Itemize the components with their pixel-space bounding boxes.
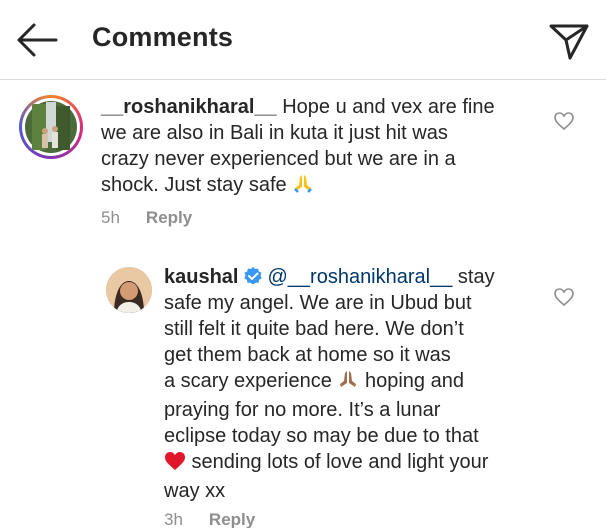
- comment-meta: 3h Reply: [164, 510, 255, 528]
- comment-body-line: shock. Just stay safe: [101, 174, 287, 196]
- like-comment-button[interactable]: [553, 287, 575, 307]
- comment-text: __roshanikharal__ Hope u and vex are fin…: [101, 94, 541, 201]
- comment-body-line: we are also in Bali in kuta it just hit …: [101, 122, 448, 144]
- avatar-photo-waterfall: [25, 101, 77, 153]
- back-arrow-icon: [17, 23, 58, 57]
- red-heart-emoji-icon: [164, 451, 186, 478]
- comment-body-line: stay: [452, 266, 495, 288]
- comment-time: 5h: [101, 208, 120, 227]
- reply-button[interactable]: Reply: [209, 510, 255, 528]
- comment-username[interactable]: __roshanikharal__: [101, 96, 277, 118]
- comment-body-line: crazy never experienced but we are in a: [101, 148, 456, 170]
- avatar-photo-portrait: [106, 267, 152, 313]
- avatar[interactable]: [106, 267, 152, 313]
- comment-text: kaushal @__roshanikharal__ stay safe my …: [164, 264, 544, 504]
- comment-body-line: Hope u and vex are fine: [276, 96, 495, 118]
- comment-item: __roshanikharal__ Hope u and vex are fin…: [0, 80, 606, 240]
- comment-body-line: hoping and: [359, 370, 464, 392]
- heart-outline-icon: [554, 288, 574, 307]
- comment-body-line: a scary experience: [164, 370, 338, 392]
- heart-outline-icon: [554, 112, 574, 131]
- comment-username[interactable]: kaushal: [164, 266, 238, 288]
- paper-plane-icon: [549, 24, 589, 60]
- mention-link[interactable]: @__roshanikharal__: [267, 266, 452, 288]
- comment-meta: 5h Reply: [101, 208, 192, 228]
- comments-header: Comments: [0, 0, 606, 80]
- verified-badge-icon: [243, 266, 263, 286]
- comment-body-line: eclipse today so may be due to that: [164, 425, 479, 447]
- comment-body-line: praying for no more. It’s a lunar: [164, 399, 441, 421]
- avatar[interactable]: [22, 98, 80, 156]
- folded-hands-emoji-icon: [292, 172, 314, 201]
- comment-time: 3h: [164, 510, 183, 528]
- back-button[interactable]: [12, 18, 60, 62]
- reply-button[interactable]: Reply: [146, 208, 192, 227]
- comment-body-line: safe my angel. We are in Ubud but: [164, 292, 472, 314]
- page-title: Comments: [92, 22, 234, 52]
- comment-body-line: still felt it quite bad here. We don’t: [164, 318, 464, 340]
- reply-comment-item: kaushal @__roshanikharal__ stay safe my …: [0, 250, 606, 528]
- like-comment-button[interactable]: [553, 111, 575, 131]
- comment-body-line: way xx: [164, 480, 226, 502]
- comment-body-line: get them back at home so it was: [164, 344, 451, 366]
- folded-hands-emoji-icon: [337, 368, 359, 397]
- comment-body-line: sending lots of love and light your: [186, 451, 489, 473]
- direct-message-button[interactable]: [546, 18, 592, 64]
